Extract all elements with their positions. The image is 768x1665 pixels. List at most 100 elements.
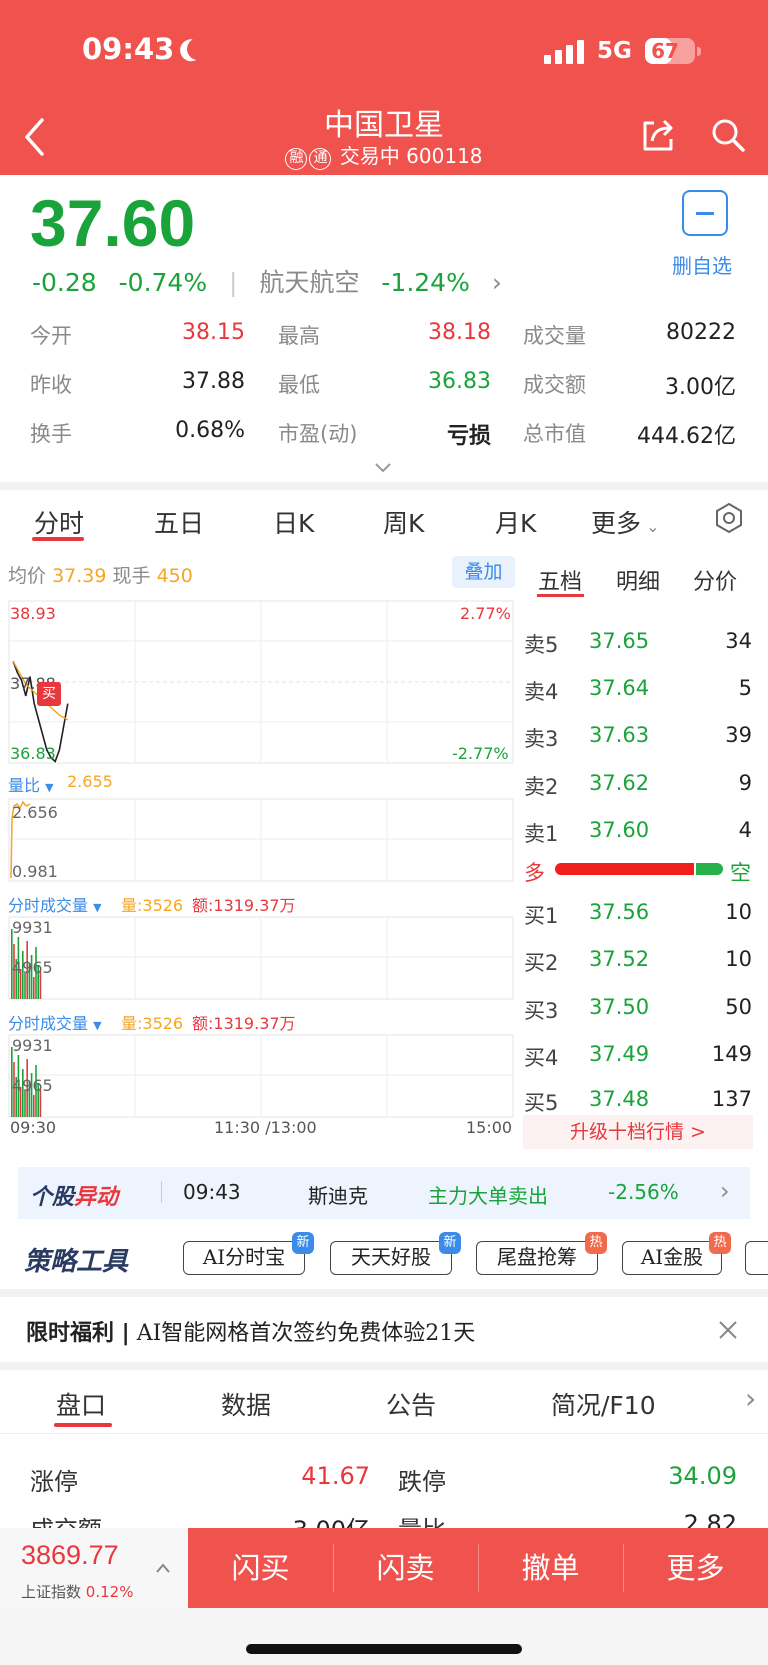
chevron-right-icon: › <box>720 1177 730 1205</box>
current-price: 37.60 <box>30 186 196 260</box>
sector-change: -1.24% <box>381 268 470 297</box>
stock-alert-bar[interactable]: 个股异动 09:43 斯迪克 主力大单卖出 -2.56% › <box>18 1167 750 1219</box>
bear-share-bar <box>696 863 723 875</box>
alert-time: 09:43 <box>183 1180 241 1204</box>
volume-ratio-axis-high: 2.656 <box>12 803 58 822</box>
stat-value: 0.68% <box>175 418 245 443</box>
share-icon[interactable] <box>640 117 676 153</box>
margin-tag-icon: 融 <box>285 148 308 170</box>
buy-row[interactable]: 买5 37.48 137 <box>524 1087 752 1117</box>
tab-announcements[interactable]: 公告 <box>386 1386 436 1422</box>
stat-value: 亏损 <box>446 424 491 449</box>
sell-row[interactable]: 卖4 37.64 5 <box>524 676 752 706</box>
stat-value: 38.18 <box>428 320 491 345</box>
change-row[interactable]: -0.28 -0.74% | 航天航空 -1.24% › <box>32 263 516 299</box>
chevron-right-icon[interactable]: › <box>745 1382 756 1415</box>
volume-label[interactable]: 分时成交量 ▼ <box>8 892 102 916</box>
tab-daily-k[interactable]: 日K <box>273 504 314 540</box>
overlay-button[interactable]: 叠加 <box>452 556 515 588</box>
alert-event: 主力大单卖出 <box>428 1184 548 1208</box>
buy-row[interactable]: 买4 37.49 149 <box>524 1042 752 1072</box>
battery-icon: 67 <box>645 38 695 64</box>
tab-f10[interactable]: 简况/F10 <box>551 1386 656 1422</box>
volume-label[interactable]: 分时成交量 ▼ <box>8 1010 102 1034</box>
pct-axis-low: -2.77% <box>452 744 509 763</box>
trading-status: 交易中 600118 <box>339 144 483 168</box>
tab-detail[interactable]: 明细 <box>616 564 660 596</box>
intraday-price-chart[interactable] <box>8 600 514 764</box>
remove-watchlist-label[interactable]: 删自选 <box>672 250 732 279</box>
buy-marker[interactable]: 买 <box>37 682 61 706</box>
sell-row[interactable]: 卖3 37.63 39 <box>524 723 752 753</box>
volume-axis-mid: 4965 <box>12 958 53 977</box>
stat-value: 37.88 <box>182 369 245 394</box>
tab-five-day[interactable]: 五日 <box>154 504 204 540</box>
index-ticker[interactable]: 3869.77 上证指数 0.12% <box>0 1528 188 1608</box>
tool-ai-gold-stock[interactable]: AI金股热 <box>622 1232 731 1275</box>
stat-label: 最高 <box>278 324 320 348</box>
volume-ratio-label[interactable]: 量比 ▼ <box>8 772 54 796</box>
volume-ratio-value: 2.655 <box>67 772 113 791</box>
settings-icon[interactable] <box>713 502 745 534</box>
tab-weekly-k[interactable]: 周K <box>383 504 424 540</box>
tool-ai-intraday[interactable]: AI分时宝新 <box>183 1232 314 1275</box>
chevron-down-icon[interactable] <box>374 462 392 474</box>
app-header: 09:43 5G 67 中国卫星 融通 交易中 600118 <box>0 0 768 175</box>
pct-axis-high: 2.77% <box>460 604 511 623</box>
buy-row[interactable]: 买1 37.56 10 <box>524 900 752 930</box>
cancel-order-button[interactable]: 撤单 <box>478 1528 623 1608</box>
tool-daily-picks[interactable]: 天天好股新 <box>330 1232 461 1275</box>
sell-row[interactable]: 卖1 37.60 4 <box>524 818 752 848</box>
stat-label: 成交量 <box>523 324 586 348</box>
tab-more[interactable]: 更多 ⌄ <box>591 504 660 540</box>
home-indicator[interactable] <box>246 1644 522 1654</box>
chevron-down-icon: ⌄ <box>641 517 660 536</box>
buy-row[interactable]: 买3 37.50 50 <box>524 995 752 1025</box>
limit-up-label: 涨停 <box>30 1468 78 1496</box>
close-icon[interactable] <box>716 1318 740 1342</box>
signal-icon <box>544 40 586 64</box>
tab-intraday[interactable]: 分时 <box>34 504 84 540</box>
new-badge: 新 <box>292 1232 314 1254</box>
bear-label: 空 <box>730 861 751 885</box>
avg-price-line: 均价 37.39 现手 450 <box>8 565 193 587</box>
stat-value: 444.62亿 <box>637 424 736 449</box>
alert-pct: -2.56% <box>608 1180 679 1204</box>
sell-row[interactable]: 卖5 37.65 34 <box>524 629 752 659</box>
volume-axis-mid: 4965 <box>12 1076 53 1095</box>
tab-price-dist[interactable]: 分价 <box>693 564 737 596</box>
tab-monthly-k[interactable]: 月K <box>495 504 536 540</box>
volume-chart[interactable] <box>8 916 514 1000</box>
price-axis-high: 38.93 <box>10 604 56 623</box>
volume-chart[interactable] <box>8 1034 514 1118</box>
strategy-tools-logo: 策略工具 <box>24 1247 129 1277</box>
volume-amount: 量:3526 <box>121 896 184 915</box>
volume-axis-high: 9931 <box>12 918 53 937</box>
sell-row[interactable]: 卖2 37.62 9 <box>524 771 752 801</box>
tool-closing-chips[interactable]: 尾盘抢筹热 <box>476 1232 607 1275</box>
flash-sell-button[interactable]: 闪卖 <box>333 1528 478 1608</box>
volume-ratio-chart[interactable] <box>8 798 514 882</box>
buy-row[interactable]: 买2 37.52 10 <box>524 947 752 977</box>
benefit-banner[interactable]: 限时福利 | AI智能网格首次签约免费体验21天 <box>26 1315 475 1347</box>
network-label: 5G <box>597 38 632 64</box>
upgrade-ten-level-button[interactable]: 升级十档行情 > <box>523 1115 753 1149</box>
tab-quote[interactable]: 盘口 <box>56 1386 106 1422</box>
tab-five-level[interactable]: 五档 <box>538 564 582 596</box>
tab-data[interactable]: 数据 <box>221 1386 271 1422</box>
time-axis-start: 09:30 <box>10 1118 57 1137</box>
volume-bar <box>33 977 35 999</box>
remove-watchlist-button[interactable] <box>682 190 728 236</box>
index-pct: 0.12% <box>85 1583 134 1601</box>
more-actions-button[interactable]: 更多 <box>623 1528 768 1608</box>
flash-buy-button[interactable]: 闪买 <box>188 1528 333 1608</box>
limit-down-label: 跌停 <box>398 1468 446 1496</box>
stat-label: 最低 <box>278 373 320 397</box>
tool-more-partial[interactable] <box>745 1241 768 1275</box>
stat-value: 3.00亿 <box>665 375 736 400</box>
price-axis-low: 36.83 <box>10 744 56 763</box>
search-icon[interactable] <box>710 117 746 153</box>
trade-actions: 闪买 闪卖 撤单 更多 <box>188 1528 768 1608</box>
stat-label: 成交额 <box>523 373 586 397</box>
bull-label: 多 <box>524 861 545 885</box>
